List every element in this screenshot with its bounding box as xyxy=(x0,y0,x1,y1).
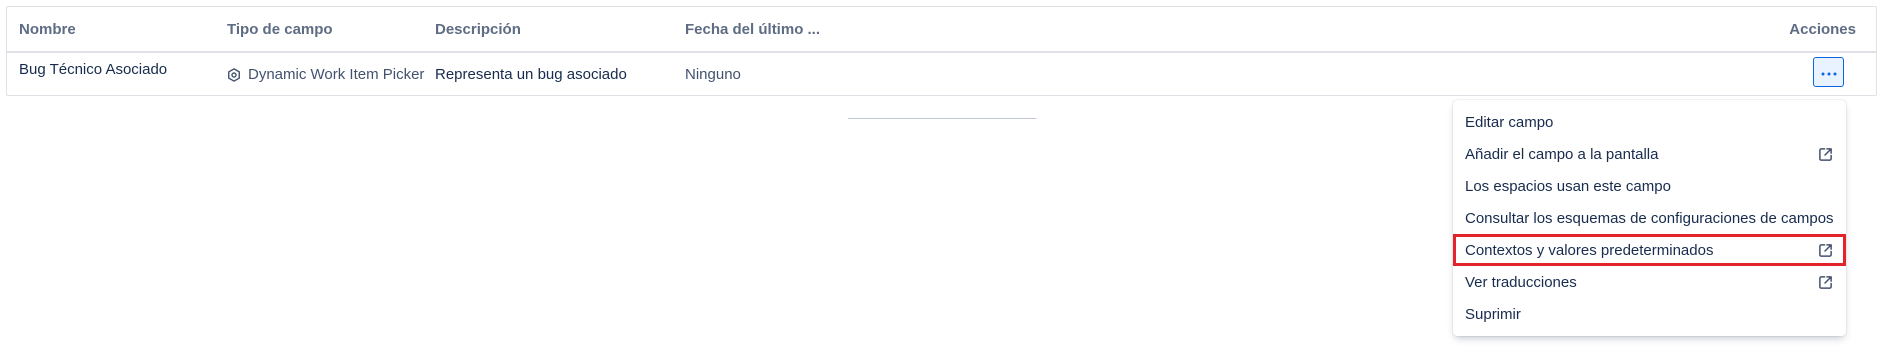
more-horizontal-icon xyxy=(1821,63,1837,81)
hexagon-settings-icon xyxy=(227,67,241,82)
field-type-label: Dynamic Work Item Picker xyxy=(248,66,425,83)
header-description[interactable]: Descripción xyxy=(435,21,521,38)
fields-table: Nombre Tipo de campo Descripción Fecha d… xyxy=(6,6,1877,96)
menu-item-label: Contextos y valores predeterminados xyxy=(1465,241,1714,259)
header-last-date[interactable]: Fecha del último ... xyxy=(685,21,820,38)
table-row: Bug Técnico Asociado Dynamic Work Item P… xyxy=(7,53,1876,97)
actions-dropdown-menu: Editar campo Añadir el campo a la pantal… xyxy=(1453,100,1846,336)
menu-item-edit-field[interactable]: Editar campo xyxy=(1453,106,1846,138)
menu-item-contexts-defaults[interactable]: Contextos y valores predeterminados xyxy=(1453,234,1846,266)
menu-item-label: Editar campo xyxy=(1465,113,1554,131)
header-actions: Acciones xyxy=(1789,21,1856,38)
external-link-icon xyxy=(1816,273,1834,291)
menu-item-label: Añadir el campo a la pantalla xyxy=(1465,145,1659,163)
table-header: Nombre Tipo de campo Descripción Fecha d… xyxy=(7,7,1876,53)
field-last-date: Ninguno xyxy=(685,66,741,83)
menu-item-label: Ver traducciones xyxy=(1465,273,1577,291)
menu-item-label: Suprimir xyxy=(1465,305,1521,323)
external-link-icon xyxy=(1816,241,1834,259)
header-field-type[interactable]: Tipo de campo xyxy=(227,21,333,38)
menu-item-label: Consultar los esquemas de configuracione… xyxy=(1465,209,1834,227)
menu-item-spaces-use-field[interactable]: Los espacios usan este campo xyxy=(1453,170,1846,202)
external-link-icon xyxy=(1816,145,1834,163)
menu-item-field-config-schemes[interactable]: Consultar los esquemas de configuracione… xyxy=(1453,202,1846,234)
field-type-cell: Dynamic Work Item Picker xyxy=(227,66,424,83)
menu-item-delete[interactable]: Suprimir xyxy=(1453,298,1846,330)
field-description: Representa un bug asociado xyxy=(435,66,627,83)
loading-divider xyxy=(848,118,1036,119)
menu-item-add-to-screen[interactable]: Añadir el campo a la pantalla xyxy=(1453,138,1846,170)
more-actions-button[interactable] xyxy=(1813,57,1844,87)
header-name[interactable]: Nombre xyxy=(19,21,76,38)
menu-item-view-translations[interactable]: Ver traducciones xyxy=(1453,266,1846,298)
menu-item-label: Los espacios usan este campo xyxy=(1465,177,1671,195)
field-name: Bug Técnico Asociado xyxy=(19,61,168,78)
